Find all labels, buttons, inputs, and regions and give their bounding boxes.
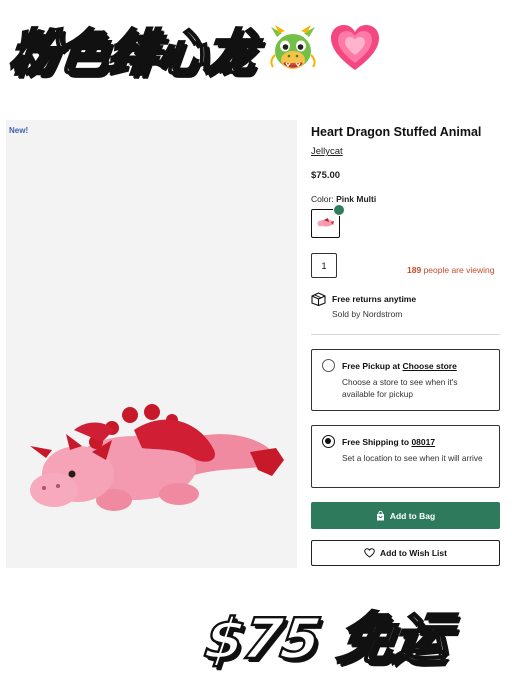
brand-link[interactable]: Jellycat [311, 146, 343, 157]
section-divider [311, 334, 500, 335]
zip-code-link[interactable]: 08017 [411, 437, 435, 447]
returns-info: Free returns anytime Sold by Nordstrom [311, 292, 501, 322]
shipping-radio[interactable] [322, 435, 335, 448]
banner-title-text: 粉色绯心龙 [5, 23, 258, 83]
color-swatch-pink-multi[interactable] [311, 204, 346, 238]
selected-check-icon [333, 204, 346, 218]
color-value: Pink Multi [336, 194, 377, 204]
heart-outline-icon [364, 548, 375, 558]
return-box-icon [311, 292, 326, 306]
pickup-label: Free Pickup at [342, 361, 401, 371]
banner-price: $75 免运 [200, 598, 454, 672]
add-to-bag-button[interactable]: Add to Bag [311, 502, 500, 529]
pickup-option[interactable]: Free Pickup at Choose store Choose a sto… [311, 349, 500, 411]
shipping-description: Set a location to see when it will arriv… [342, 453, 483, 463]
dragon-face-emoji-icon [270, 25, 316, 69]
viewers-count: 189 [407, 265, 422, 275]
product-details: Heart Dragon Stuffed Animal Jellycat $75… [311, 120, 501, 566]
color-line: Color: Pink Multi [311, 194, 501, 204]
pickup-description: Choose a store to see when it's availabl… [342, 377, 458, 399]
shipping-heading: Free Shipping to 08017 [342, 437, 435, 447]
shipping-option[interactable]: Free Shipping to 08017 Set a location to… [311, 425, 500, 488]
pickup-radio[interactable] [322, 359, 335, 372]
choose-store-link[interactable]: Choose store [402, 361, 456, 371]
growing-heart-emoji-icon [331, 25, 379, 70]
swatch-dragon-thumbnail [317, 218, 334, 227]
new-badge: New! [9, 126, 29, 135]
product-title: Heart Dragon Stuffed Animal [311, 125, 482, 139]
color-label: Color: [311, 194, 334, 204]
viewers-text: people are viewing [423, 265, 495, 275]
returns-title: Free returns anytime [332, 294, 417, 304]
pickup-heading: Free Pickup at Choose store [342, 361, 457, 371]
shopping-bag-icon [376, 510, 384, 520]
add-to-wishlist-label: Add to Wish List [380, 548, 447, 558]
product-price: $75.00 [311, 170, 341, 181]
banner-price-text: $75 免运 [200, 605, 454, 672]
sold-by: Sold by Nordstrom [332, 309, 403, 319]
product-image-panel[interactable]: New! [6, 120, 297, 568]
dragon-plush-photo [30, 404, 284, 511]
add-to-bag-label: Add to Bag [389, 510, 436, 521]
shipping-label: Free Shipping to [342, 437, 410, 447]
banner-title: 粉色绯心龙 [5, 14, 381, 84]
quantity-select[interactable]: 1 [311, 253, 337, 278]
viewers-notice: 189 people are viewing [407, 265, 494, 275]
add-to-wishlist-button[interactable]: Add to Wish List [311, 540, 500, 566]
